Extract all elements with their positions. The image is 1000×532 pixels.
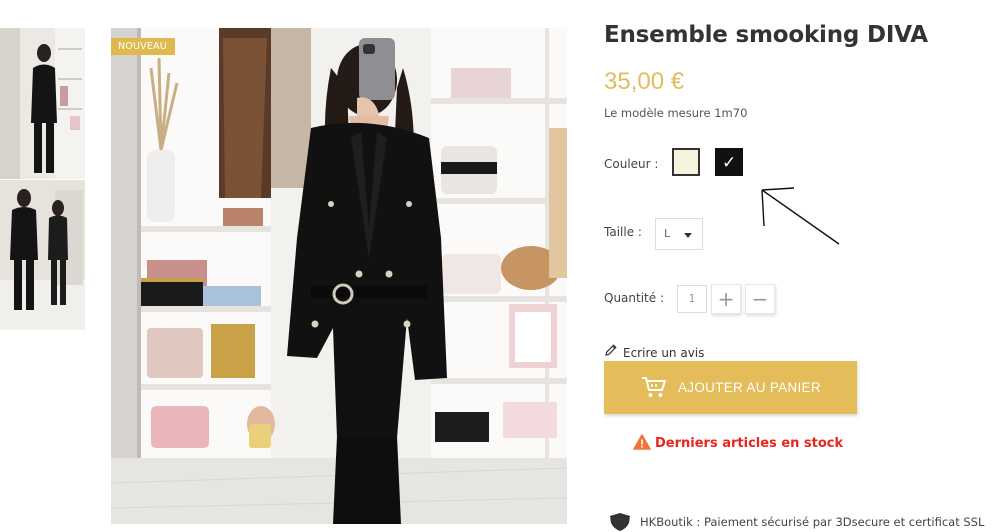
cart-icon [642,377,666,397]
warning-icon [633,434,651,450]
quantity-input[interactable]: 1 [677,285,707,313]
new-badge: NOUVEAU [111,38,175,55]
product-photo [111,28,567,524]
model-info: Le modèle mesure 1m70 [604,106,748,120]
color-label: Couleur : [604,157,659,171]
stock-warning: Derniers articles en stock [633,434,843,451]
shield-icon [610,513,630,531]
thumbnail-image-2 [0,180,85,330]
quantity-plus-button[interactable]: + [711,284,741,314]
secure-payment-note: HKBoutik : Paiement sécurisé par 3Dsecur… [608,512,1000,532]
stock-warning-text: Derniers articles en stock [655,436,844,451]
annotation-arrow-icon [761,187,840,245]
size-value: L [664,227,671,240]
size-label: Taille : [604,225,642,239]
add-to-cart-button[interactable]: AJOUTER AU PANIER [604,361,857,414]
pencil-icon [605,344,617,356]
product-price: 35,00 € [604,68,685,95]
color-swatch-cream[interactable] [672,148,700,176]
thumbnail-2[interactable] [0,180,85,330]
thumbnail-image-1 [0,28,85,179]
write-review-link[interactable]: Ecrire un avis [604,343,704,360]
add-to-cart-label: AJOUTER AU PANIER [678,380,821,395]
caret-down-icon [684,233,692,238]
product-title: Ensemble smooking DIVA [604,22,928,48]
main-product-image[interactable] [111,28,567,524]
write-review-label: Ecrire un avis [623,346,705,360]
color-swatch-black[interactable]: ✓ [715,148,743,176]
quantity-label: Quantité : [604,291,664,305]
thumbnail-1[interactable] [0,28,85,179]
size-select[interactable]: L [655,218,703,250]
secure-payment-text: HKBoutik : Paiement sécurisé par 3Dsecur… [640,515,985,529]
checkmark-icon: ✓ [722,153,737,173]
quantity-minus-button[interactable]: − [745,284,775,314]
